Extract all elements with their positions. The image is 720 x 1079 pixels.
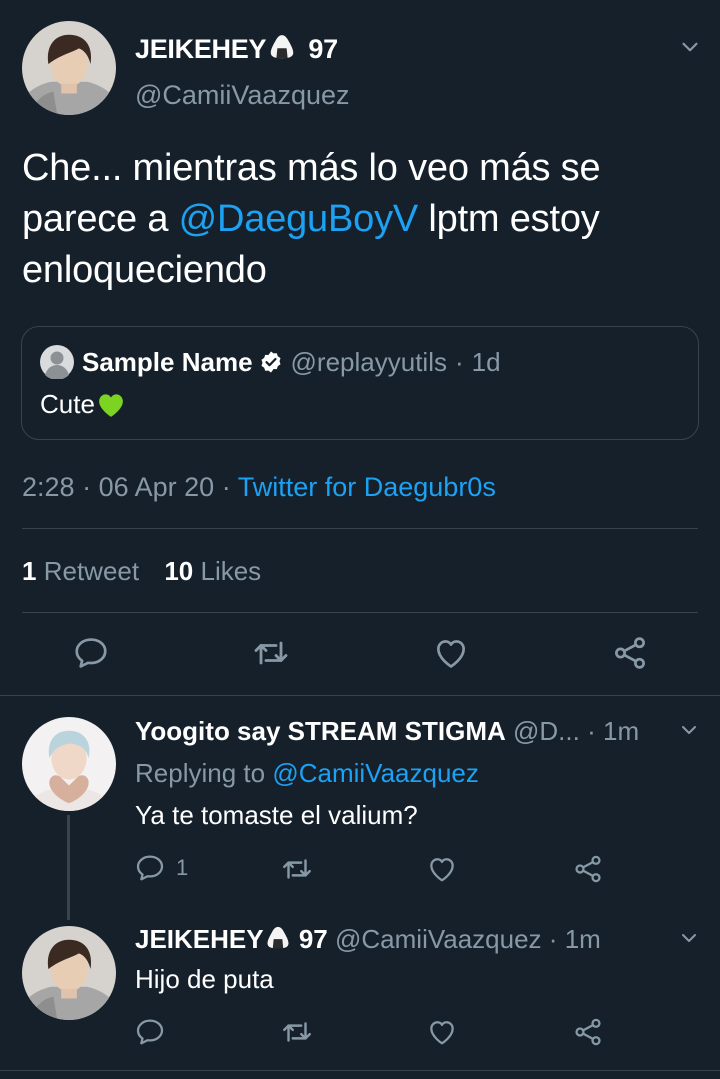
author-name-text: JEIKEHEY (135, 34, 267, 64)
divider (22, 612, 698, 613)
tweet-text: Che... mientras más lo veo más se parece… (22, 143, 702, 296)
separator-dot: · (221, 472, 231, 502)
retweet-icon[interactable] (280, 852, 314, 886)
like-icon[interactable] (426, 1016, 458, 1048)
thread-line (67, 815, 70, 920)
reply-text: Hijo de puta (135, 964, 274, 994)
retweets-count: 1 (22, 556, 37, 586)
share-icon[interactable] (611, 634, 649, 672)
chevron-down-icon[interactable] (677, 718, 701, 742)
section-divider (0, 1070, 720, 1071)
reply-author-avatar[interactable] (22, 717, 116, 811)
divider (22, 528, 698, 529)
reply-time: 1m (602, 716, 640, 746)
reply-icon (134, 852, 166, 884)
quoted-author-name: Sample Name (82, 346, 253, 377)
retweets-label: Retweet (43, 556, 140, 586)
separator-dot: · (454, 346, 464, 377)
section-divider (0, 695, 720, 696)
share-icon[interactable] (572, 1016, 604, 1048)
quoted-text: Cute (40, 389, 95, 419)
mention-link[interactable]: @DaeguBoyV (179, 198, 419, 240)
reply-author-handle: @CamiiVaazquez (335, 924, 542, 954)
green-heart-emoji (96, 390, 126, 420)
reply-time: 1m (564, 924, 601, 954)
reply-button[interactable]: 1 (134, 852, 188, 884)
verified-badge-icon (261, 351, 281, 373)
likes-stat[interactable]: 10 Likes (164, 556, 261, 586)
quoted-tweet-time: 1d (471, 346, 501, 377)
author-display-name[interactable]: JEIKEHEY 97 (135, 32, 338, 65)
quoted-tweet[interactable]: Sample Name @replayyutils · 1d Cute (21, 326, 699, 440)
reply-author-name: Yoogito say STREAM STIGMA (135, 716, 506, 746)
replying-to-handle[interactable]: @CamiiVaazquez (272, 758, 479, 788)
chevron-down-icon[interactable] (677, 926, 701, 950)
reply-author-name-suffix: 97 (298, 924, 328, 954)
tweet-stats: 1 Retweet 10 Likes (22, 556, 261, 587)
quoted-tweet-text: Cute (40, 389, 126, 420)
retweets-stat[interactable]: 1 Retweet (22, 556, 146, 586)
reply-author-handle: @D... (513, 716, 580, 746)
reply-header[interactable]: JEIKEHEY 97 @CamiiVaazquez · 1m (135, 924, 601, 955)
separator-dot: · (82, 472, 92, 502)
separator-dot: · (548, 924, 558, 954)
share-icon[interactable] (572, 853, 604, 885)
likes-label: Likes (200, 556, 262, 586)
reply-icon[interactable] (72, 634, 110, 672)
default-avatar-icon (40, 345, 74, 379)
author-name-suffix: 97 (308, 34, 338, 64)
rice-ball-emoji (267, 32, 297, 62)
replying-to-label: Replying to (135, 758, 273, 788)
reply-count: 1 (176, 855, 189, 880)
tweet-meta: 2:28 · 06 Apr 20 · Twitter for Daegubr0s (22, 472, 496, 503)
tweet-date: 06 Apr 20 (98, 472, 215, 502)
reply-author-avatar[interactable] (22, 926, 116, 1020)
likes-count: 10 (164, 556, 194, 586)
retweet-icon[interactable] (280, 1015, 314, 1049)
reply-icon[interactable] (134, 1016, 166, 1048)
tweet-time: 2:28 (22, 472, 75, 502)
author-handle[interactable]: @CamiiVaazquez (135, 80, 350, 111)
rice-ball-emoji (264, 924, 292, 952)
like-icon[interactable] (432, 634, 470, 672)
chevron-down-icon[interactable] (677, 34, 703, 60)
reply-text: Ya te tomaste el valium? (135, 800, 418, 830)
replying-to: Replying to @CamiiVaazquez (135, 758, 479, 789)
quoted-tweet-header: Sample Name @replayyutils · 1d (40, 345, 501, 379)
author-avatar[interactable] (22, 21, 116, 115)
tweet-source-link[interactable]: Twitter for Daegubr0s (238, 472, 496, 502)
reply-author-name: JEIKEHEY (135, 924, 264, 954)
like-icon[interactable] (426, 853, 458, 885)
retweet-icon[interactable] (251, 633, 291, 673)
reply-header[interactable]: Yoogito say STREAM STIGMA @D... · 1m (135, 716, 639, 747)
separator-dot: · (587, 716, 596, 746)
quoted-author-handle: @replayyutils (290, 346, 447, 377)
